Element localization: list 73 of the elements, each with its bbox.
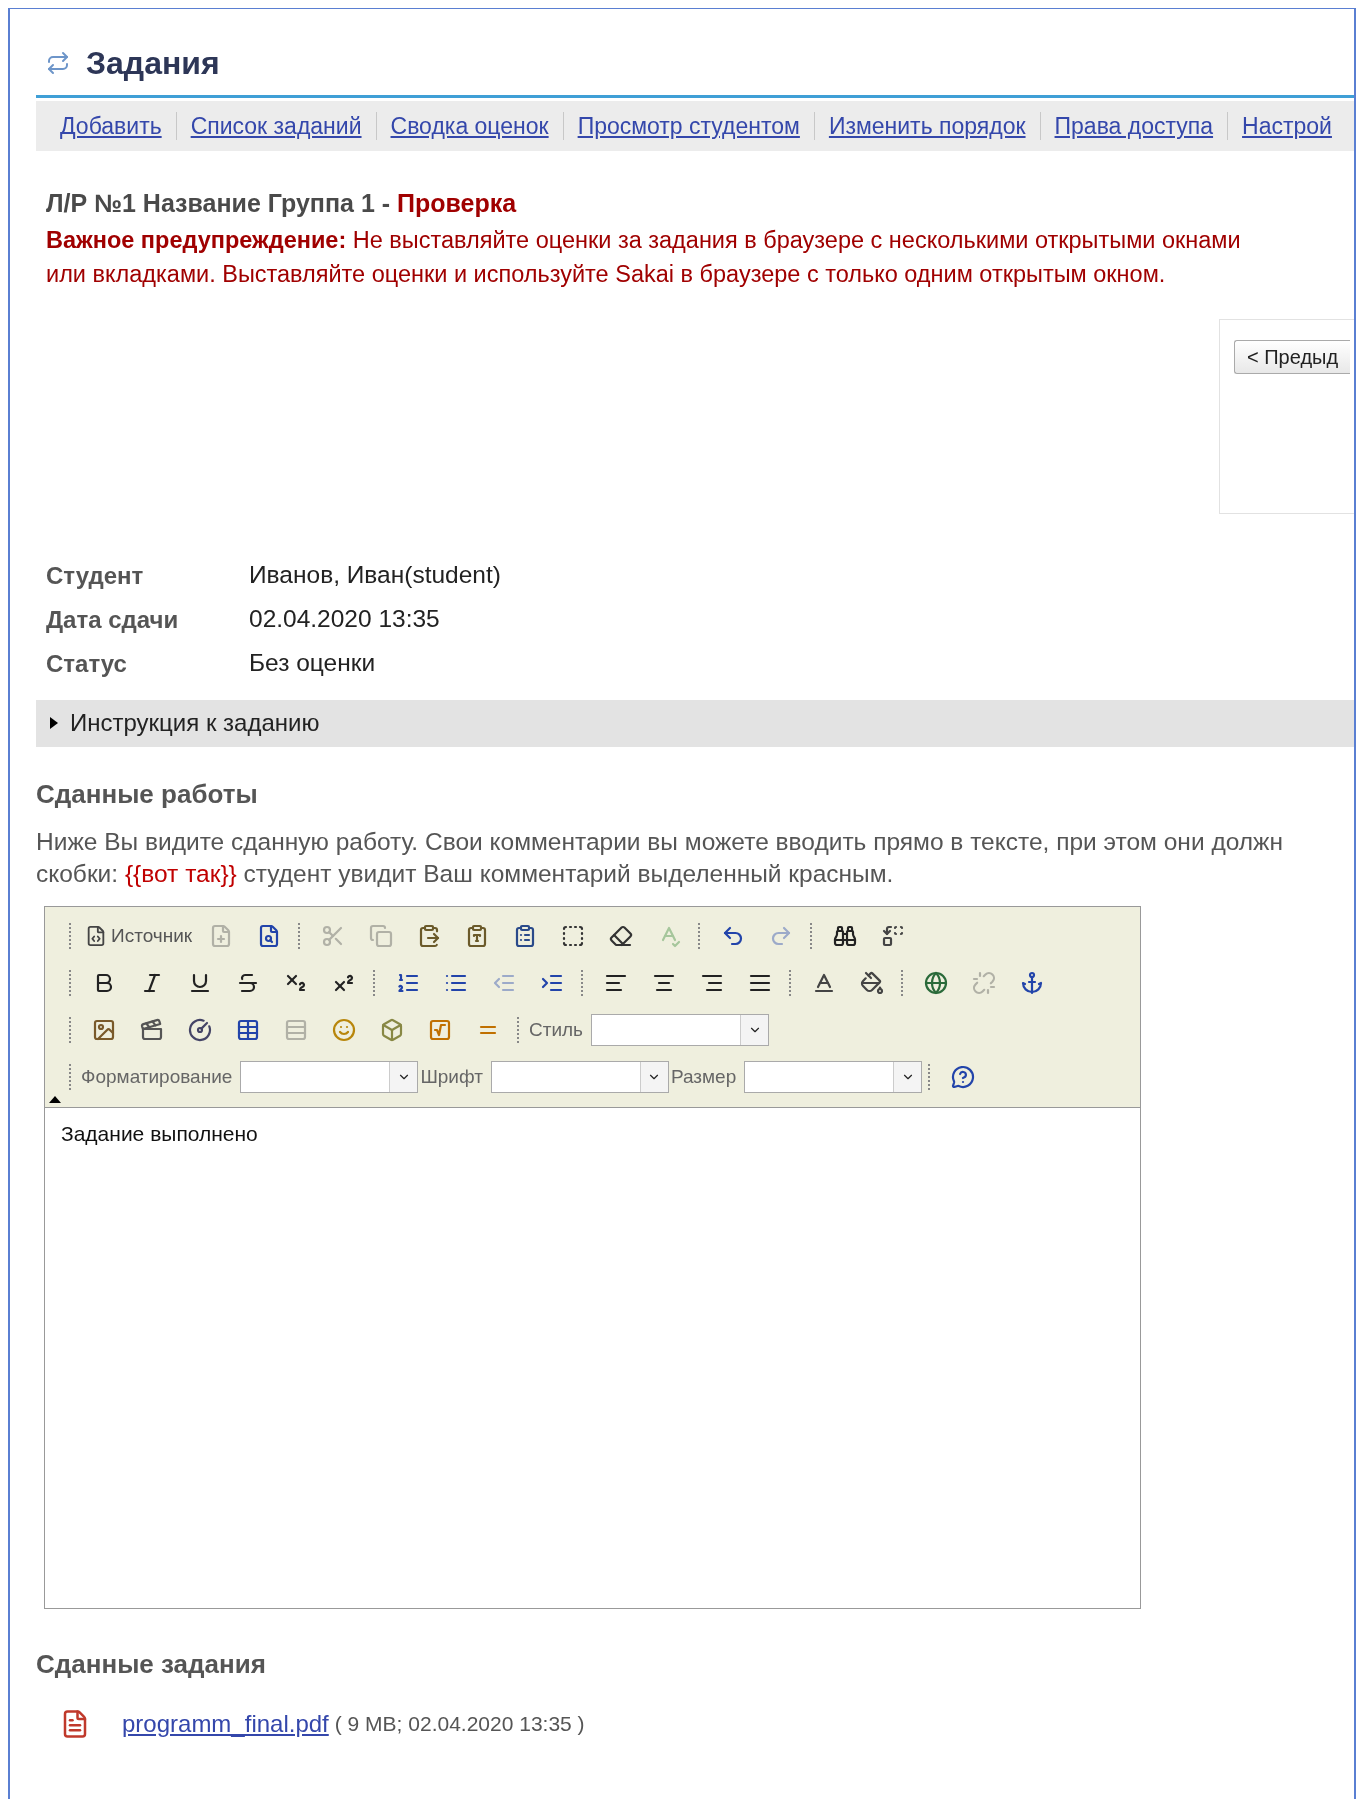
combo-label: Форматирование bbox=[81, 1064, 233, 1089]
source-code-icon bbox=[85, 925, 107, 947]
mode-label: Проверка bbox=[397, 189, 517, 217]
toolbar-grip[interactable] bbox=[517, 1017, 521, 1043]
link-globe-icon bbox=[924, 971, 948, 995]
combo-label: Шрифт bbox=[420, 1064, 483, 1089]
assignment-title: Л/Р №1 Название Группа 1 - bbox=[46, 189, 392, 217]
eraser-icon bbox=[609, 924, 634, 948]
dropdown-field[interactable] bbox=[490, 1061, 669, 1093]
combo-label: Стиль bbox=[529, 1017, 584, 1042]
toolbar-grip[interactable] bbox=[298, 923, 303, 949]
copy-icon bbox=[369, 924, 394, 948]
nav-link[interactable]: Добавить bbox=[60, 108, 162, 144]
smiley-icon bbox=[332, 1018, 356, 1042]
warning-text: Важное предупреждение: Не выставляйте оценки за задания в браузере с несколькими открытыми окнами или вкладками. Выставляйте оценки и используйте Sakai в браузере с только одним открытым окном. bbox=[46, 225, 1242, 289]
toolbar-grip[interactable] bbox=[69, 1017, 73, 1043]
flash-icon bbox=[188, 1018, 212, 1042]
paint-bucket-icon bbox=[860, 971, 884, 995]
field-value: Иванов, Иван(student) bbox=[249, 560, 501, 591]
square-root-icon bbox=[428, 1018, 452, 1042]
toolbar-grip[interactable] bbox=[69, 923, 73, 949]
combo-label: Размер bbox=[670, 1064, 737, 1089]
toolbar-grip[interactable] bbox=[810, 923, 815, 949]
toolbar-grip[interactable] bbox=[69, 970, 73, 996]
dropdown-field[interactable] bbox=[240, 1061, 419, 1093]
toolbar-grip[interactable] bbox=[373, 970, 377, 996]
toolbar-grip[interactable] bbox=[928, 1064, 933, 1090]
dropdown-field[interactable] bbox=[591, 1014, 770, 1046]
field-label: Студент bbox=[46, 560, 145, 591]
toolbar-grip[interactable] bbox=[69, 1064, 73, 1090]
paste-icon bbox=[417, 924, 442, 948]
source-button[interactable]: Источник bbox=[81, 920, 197, 952]
field-value: 02.04.2020 13:35 bbox=[249, 604, 440, 635]
file-meta: ( 9 MB; 02.04.2020 13:35 ) bbox=[334, 1710, 585, 1737]
field-value: Без оценки bbox=[249, 648, 376, 679]
nav-link[interactable]: Права доступа bbox=[1054, 108, 1214, 144]
numbered-list-icon bbox=[396, 971, 420, 995]
help-icon bbox=[951, 1065, 976, 1089]
editor-text: Задание выполнено bbox=[61, 1121, 258, 1145]
clapperboard-icon bbox=[140, 1018, 164, 1042]
triangle-icon bbox=[50, 717, 58, 729]
previous-button[interactable]: < Предыд bbox=[1234, 339, 1351, 374]
field-label: Дата сдачи bbox=[46, 604, 180, 635]
toolbar-grip[interactable] bbox=[789, 970, 793, 996]
table-icon bbox=[236, 1018, 260, 1042]
arrows-icon bbox=[46, 51, 70, 75]
nav-link[interactable]: Сводка оценок bbox=[390, 108, 549, 144]
file-link[interactable]: programm_final.pdf bbox=[122, 1705, 329, 1742]
nav-link[interactable]: Изменить порядок bbox=[828, 108, 1026, 144]
anchor-icon bbox=[1020, 971, 1044, 995]
replace-icon bbox=[881, 924, 906, 948]
toolbar-grip[interactable] bbox=[581, 970, 585, 996]
page-title: Задания bbox=[86, 44, 220, 83]
select-all-icon bbox=[561, 924, 586, 948]
image-icon bbox=[92, 1018, 116, 1042]
nav-link[interactable]: Список заданий bbox=[190, 108, 362, 144]
field-label: Статус bbox=[46, 648, 128, 679]
toolbar-grip[interactable] bbox=[698, 923, 703, 949]
strikethrough-icon bbox=[236, 971, 260, 995]
toolbar-grip[interactable] bbox=[901, 970, 905, 996]
horizontal-lines-icon bbox=[284, 1018, 308, 1042]
instructions-toggle[interactable]: Инструкция к заданию bbox=[36, 699, 1354, 747]
unlink-icon bbox=[972, 971, 996, 995]
binoculars-icon bbox=[833, 924, 858, 948]
text-color-icon bbox=[812, 971, 836, 995]
underline-icon bbox=[188, 971, 212, 995]
instructions-text: Ниже Вы видите сданную работу. Свои комментарии вы можете вводить прямо в тексте, при этом они должн скобки: {{вот так}} студент увидит Ваш комментарий выделенный красным. bbox=[36, 826, 1284, 889]
section-title: Сданные задания bbox=[36, 1647, 267, 1681]
nav-link[interactable]: Настрой bbox=[1242, 108, 1332, 144]
section-title: Сданные работы bbox=[36, 777, 259, 811]
cube-icon bbox=[380, 1018, 404, 1042]
dropdown-field[interactable] bbox=[744, 1061, 923, 1093]
nav-link[interactable]: Просмотр студентом bbox=[577, 108, 800, 144]
